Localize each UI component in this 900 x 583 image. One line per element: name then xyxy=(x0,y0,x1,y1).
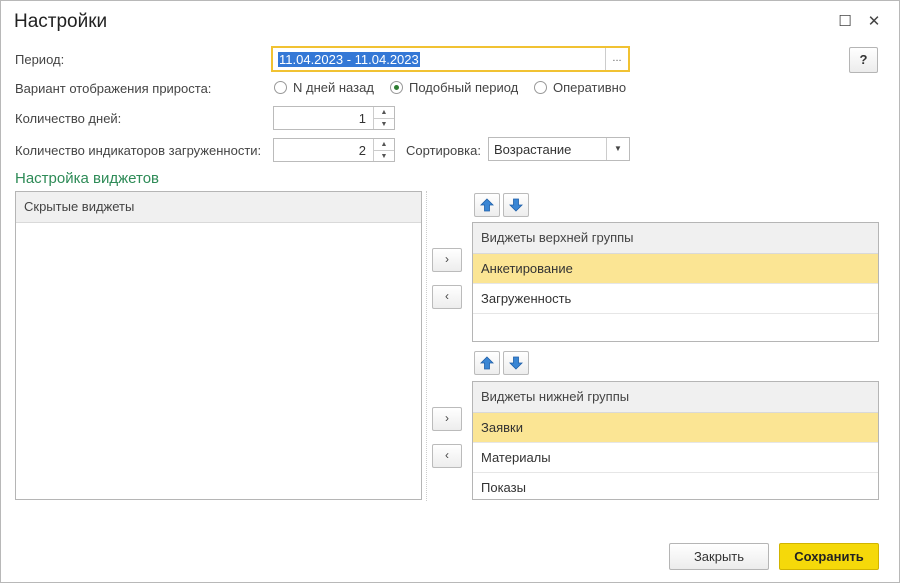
bottom-widgets-list[interactable]: Виджеты нижней группы Заявки Материалы П… xyxy=(472,381,879,500)
widgets-section-title: Настройка виджетов xyxy=(15,170,160,187)
days-value[interactable]: 1 xyxy=(359,111,366,126)
days-label: Количество дней: xyxy=(15,111,122,126)
radio-circle[interactable] xyxy=(274,81,287,94)
variant-label: Вариант отображения прироста: xyxy=(15,81,212,96)
list-item[interactable]: Показы xyxy=(473,473,878,502)
move-down-button[interactable] xyxy=(503,351,529,375)
spin-up-icon[interactable]: ▲ xyxy=(374,139,394,151)
top-widgets-header: Виджеты верхней группы xyxy=(473,223,878,254)
radio-label: N дней назад xyxy=(293,80,374,95)
move-to-bottom-group-button[interactable]: › xyxy=(432,407,462,431)
radio-similar-period[interactable]: Подобный период xyxy=(390,80,518,95)
save-button[interactable]: Сохранить xyxy=(779,543,879,570)
radio-operative[interactable]: Оперативно xyxy=(534,80,626,95)
radio-label: Оперативно xyxy=(553,80,627,95)
close-button[interactable]: Закрыть xyxy=(669,543,769,570)
days-spin[interactable]: ▲ ▼ xyxy=(373,107,394,129)
spin-down-icon[interactable]: ▼ xyxy=(374,151,394,162)
indicators-label: Количество индикаторов загруженности: xyxy=(15,143,262,158)
divider xyxy=(426,191,427,501)
arrow-up-icon xyxy=(480,356,494,370)
hidden-widgets-header: Скрытые виджеты xyxy=(16,192,421,223)
indicators-value[interactable]: 2 xyxy=(359,143,366,158)
move-to-top-group-button[interactable]: › xyxy=(432,248,462,272)
spin-up-icon[interactable]: ▲ xyxy=(374,107,394,119)
move-from-top-group-button[interactable]: ‹ xyxy=(432,285,462,309)
list-item[interactable]: Анкетирование xyxy=(473,254,878,284)
period-field[interactable]: 11.04.2023 - 11.04.2023 ... xyxy=(271,46,630,72)
list-item[interactable]: Загруженность xyxy=(473,284,878,314)
help-button[interactable]: ? xyxy=(849,47,878,73)
arrow-down-icon xyxy=(509,356,523,370)
list-item[interactable]: Заявки xyxy=(473,413,878,443)
spin-down-icon[interactable]: ▼ xyxy=(374,119,394,130)
radio-n-days[interactable]: N дней назад xyxy=(274,80,374,95)
sort-value[interactable]: Возрастание xyxy=(494,142,571,157)
radio-label: Подобный период xyxy=(409,80,519,95)
indicators-spin[interactable]: ▲ ▼ xyxy=(373,139,394,161)
move-down-button[interactable] xyxy=(503,193,529,217)
move-up-button[interactable] xyxy=(474,351,500,375)
radio-circle[interactable] xyxy=(534,81,547,94)
hidden-widgets-list[interactable]: Скрытые виджеты xyxy=(15,191,422,500)
days-stepper[interactable]: 1 ▲ ▼ xyxy=(273,106,395,130)
list-item[interactable]: Материалы xyxy=(473,443,878,473)
chevron-down-icon[interactable]: ▼ xyxy=(606,138,629,160)
period-select-button[interactable]: ... xyxy=(605,48,628,70)
period-label: Период: xyxy=(15,52,65,67)
settings-window: Настройки ☐ ✕ Период: 11.04.2023 - 11.04… xyxy=(0,0,900,583)
close-icon[interactable]: ✕ xyxy=(862,9,886,33)
top-widgets-list[interactable]: Виджеты верхней группы Анкетирование Заг… xyxy=(472,222,879,342)
arrow-down-icon xyxy=(509,198,523,212)
indicators-stepper[interactable]: 2 ▲ ▼ xyxy=(273,138,395,162)
radio-circle[interactable] xyxy=(390,81,403,94)
window-title: Настройки xyxy=(14,11,108,32)
arrow-up-icon xyxy=(480,198,494,212)
bottom-widgets-header: Виджеты нижней группы xyxy=(473,382,878,413)
move-from-bottom-group-button[interactable]: ‹ xyxy=(432,444,462,468)
sort-select[interactable]: Возрастание ▼ xyxy=(488,137,630,161)
move-up-button[interactable] xyxy=(474,193,500,217)
restore-icon[interactable]: ☐ xyxy=(833,9,857,33)
sort-label: Сортировка: xyxy=(406,143,481,158)
period-value[interactable]: 11.04.2023 - 11.04.2023 xyxy=(278,52,420,67)
